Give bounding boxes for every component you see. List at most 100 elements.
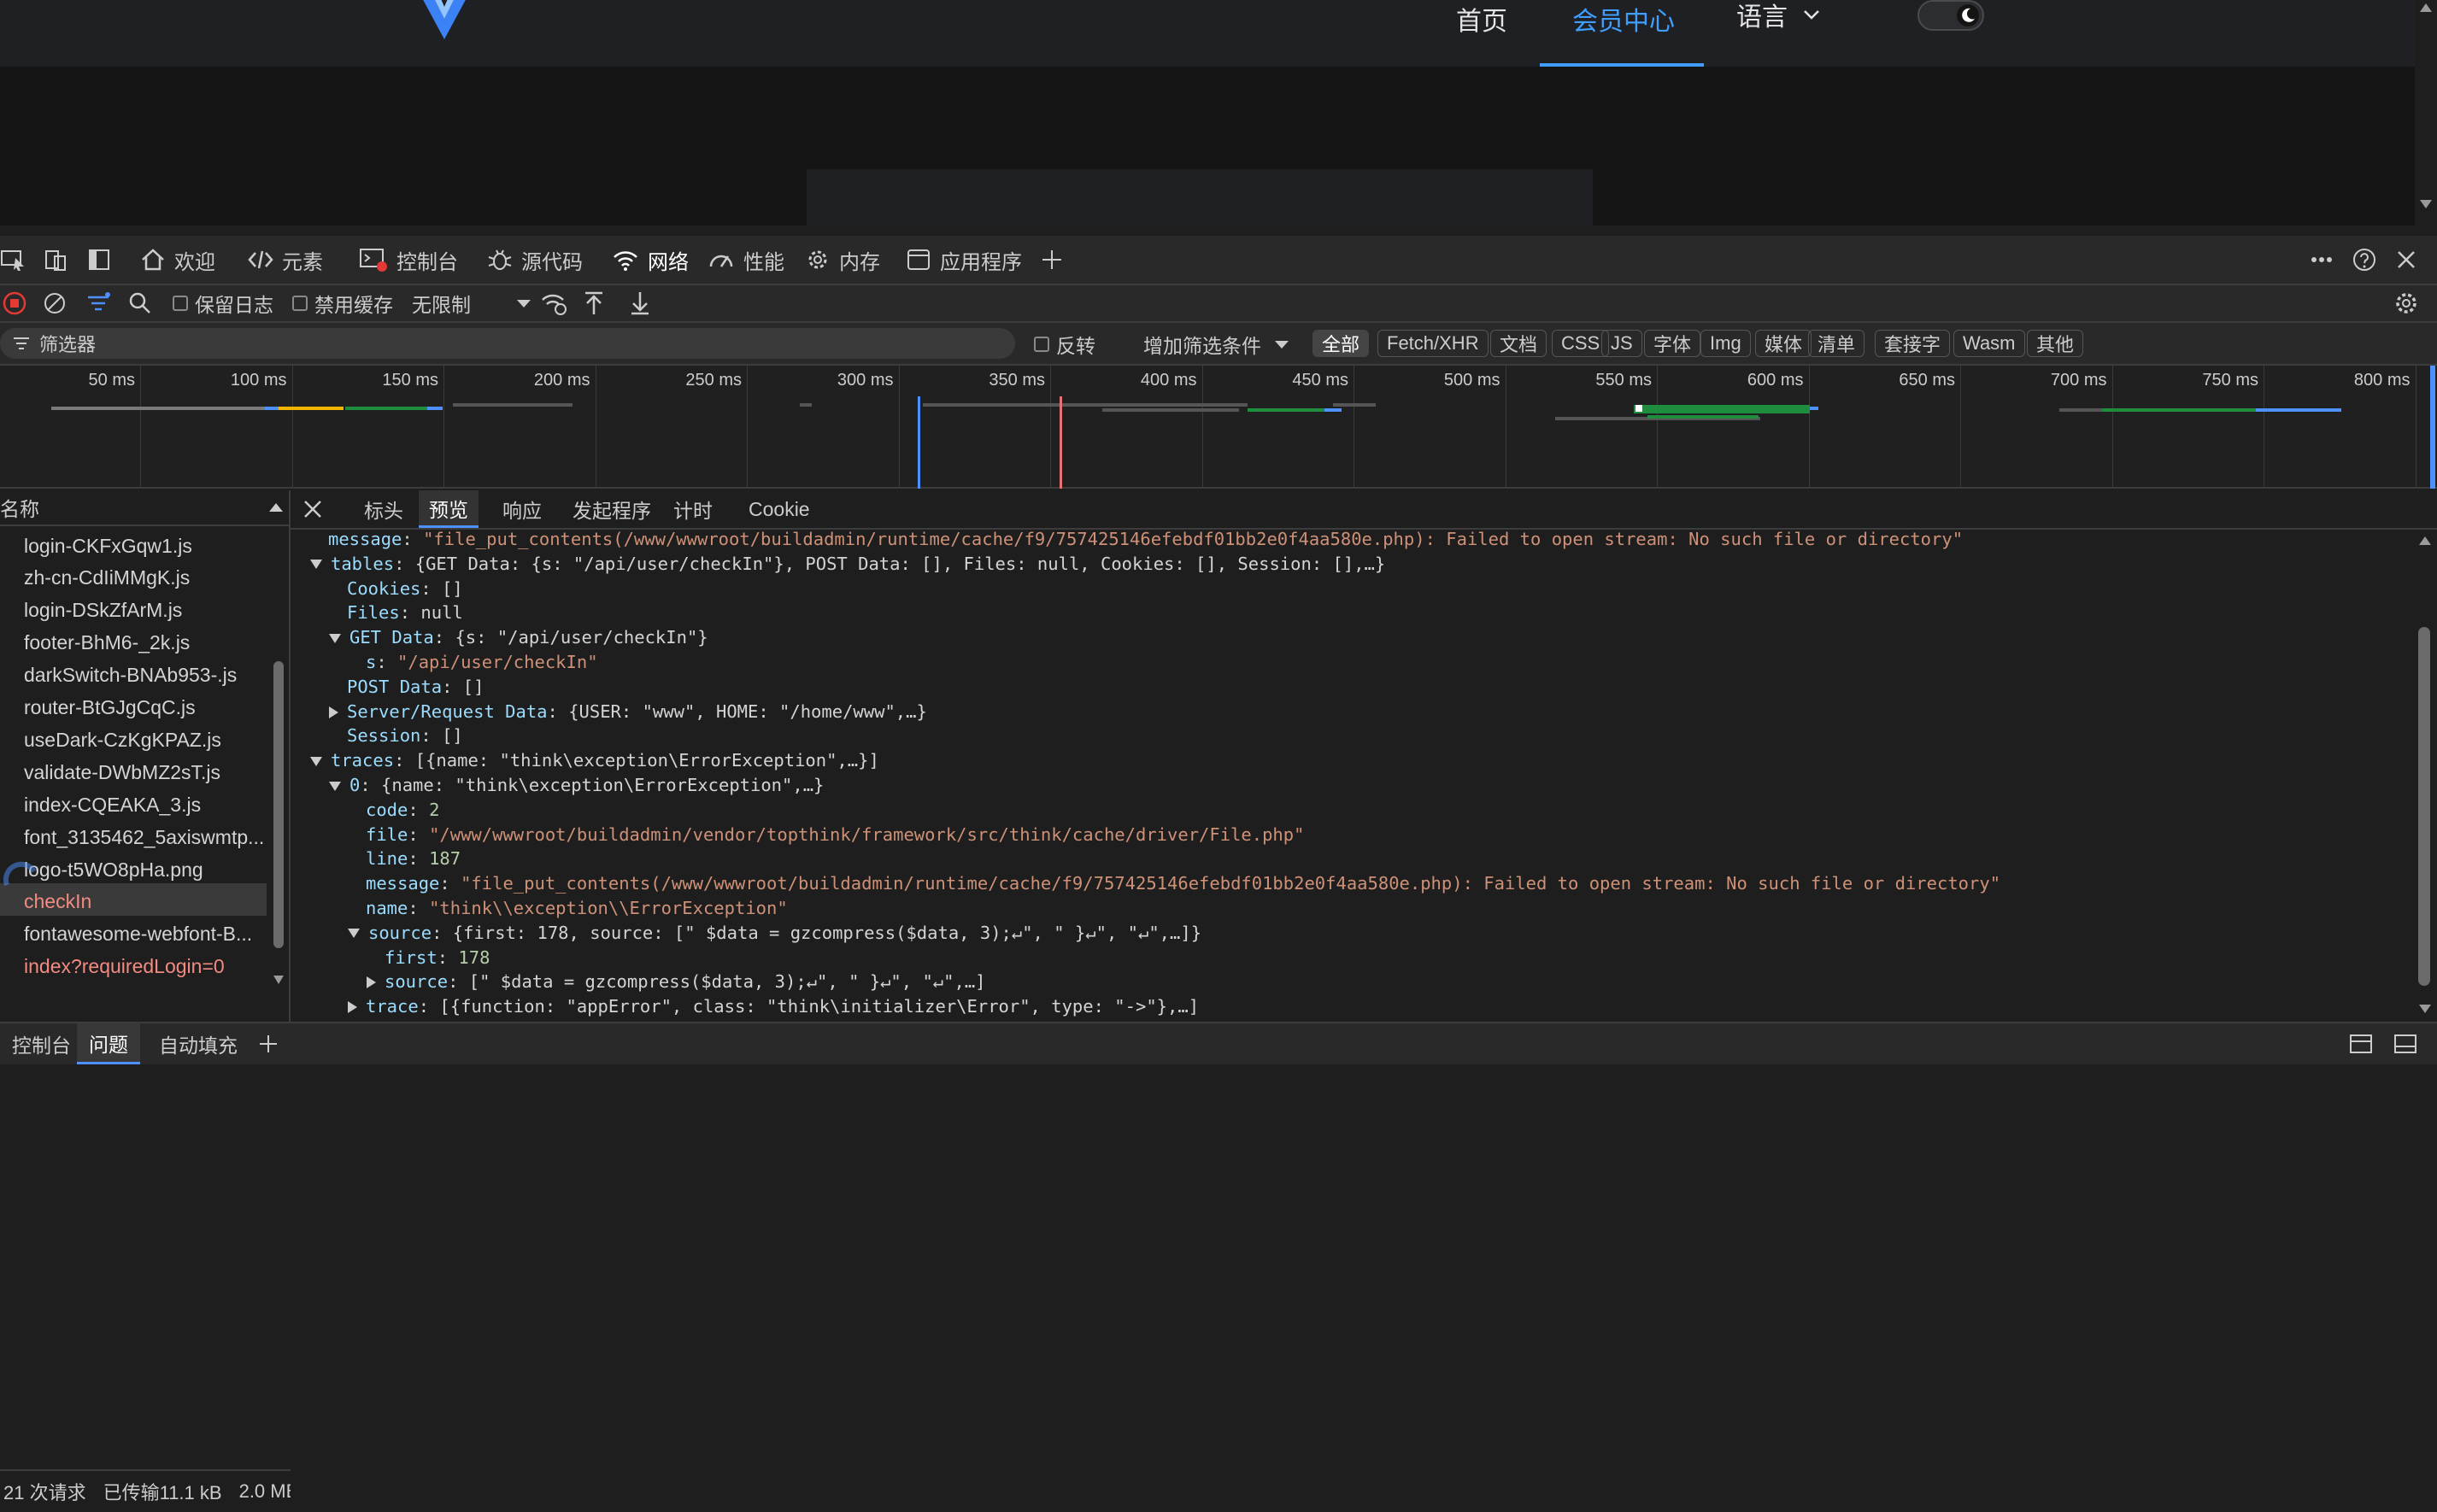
filter-type-8[interactable]: 清单 — [1808, 330, 1865, 357]
detail-tab-3[interactable]: 发起程序 — [562, 490, 661, 528]
page-scrollbar[interactable] — [2415, 0, 2437, 226]
json-line[interactable]: 0: {name: "think\exception\ErrorExceptio… — [329, 773, 824, 798]
close-detail-icon[interactable] — [296, 490, 330, 528]
disable-cache-checkbox[interactable]: 禁用缓存 — [292, 285, 393, 321]
request-row[interactable]: index-CQEAKA_3.js — [24, 788, 267, 821]
invert-label: 反转 — [1056, 335, 1095, 357]
add-drawer-tab-icon[interactable] — [253, 1023, 284, 1064]
throttling-select[interactable]: 无限制 — [412, 285, 540, 321]
tab-network[interactable]: 网络 — [612, 236, 689, 284]
request-row[interactable]: zh-cn-CdIiMMgK.js — [24, 562, 267, 595]
network-settings-gear-icon[interactable] — [2393, 285, 2420, 321]
filter-type-6[interactable]: Img — [1700, 330, 1751, 357]
detail-tab-1[interactable]: 预览 — [419, 490, 479, 528]
filter-type-11[interactable]: 其他 — [2027, 330, 2084, 357]
tab-application-label: 应用程序 — [940, 250, 1022, 274]
filter-type-0[interactable]: 全部 — [1312, 330, 1370, 357]
add-tab-icon[interactable] — [1041, 236, 1063, 284]
expanded-triangle-icon[interactable] — [329, 633, 341, 643]
filter-type-9[interactable]: 套接字 — [1875, 330, 1951, 357]
filter-type-10[interactable]: Wasm — [1953, 330, 2025, 357]
device-emulation-icon[interactable] — [43, 236, 70, 284]
filter-type-1[interactable]: Fetch/XHR — [1377, 330, 1489, 357]
export-har-icon[interactable] — [629, 285, 651, 321]
clear-icon[interactable] — [43, 285, 67, 321]
nav-member-center[interactable]: 会员中心 — [1572, 0, 1675, 36]
search-icon[interactable] — [128, 285, 152, 321]
close-drawer-icon[interactable] — [2393, 1023, 2418, 1064]
detail-tab-5[interactable]: Cookie — [738, 490, 820, 528]
request-row[interactable]: footer-BhM6-_2k.js — [24, 627, 267, 659]
dark-mode-toggle[interactable] — [1917, 0, 1984, 31]
dock-side-icon[interactable] — [87, 236, 111, 284]
tab-application[interactable]: 应用程序 — [906, 236, 1022, 284]
record-stop-icon[interactable] — [2, 285, 27, 321]
json-line[interactable]: source: [" $data = gzcompress($data, 3);… — [367, 970, 986, 994]
request-row[interactable]: index?requiredLogin=0 — [24, 951, 267, 983]
tab-sources[interactable]: 源代码 — [487, 236, 583, 284]
drawer-tab-0[interactable]: 控制台 — [0, 1023, 83, 1064]
close-devtools-icon[interactable] — [2396, 236, 2416, 284]
json-line[interactable]: tables: {GET Data: {s: "/api/user/checkI… — [310, 552, 1385, 577]
detail-tab-0[interactable]: 标头 — [354, 490, 414, 528]
request-list-scroll-thumb[interactable] — [273, 661, 284, 948]
detail-scroll-thumb[interactable] — [2418, 627, 2430, 986]
json-line[interactable]: GET Data: {s: "/api/user/checkIn"} — [329, 625, 708, 650]
request-row[interactable]: useDark-CzKgKPAZ.js — [24, 724, 267, 756]
expanded-triangle-icon[interactable] — [310, 756, 322, 766]
collapsed-triangle-icon[interactable] — [329, 706, 338, 718]
collapsed-triangle-icon[interactable] — [348, 1001, 357, 1014]
site-logo-icon[interactable] — [417, 0, 472, 43]
filter-type-5[interactable]: 字体 — [1644, 330, 1701, 357]
tab-welcome[interactable]: 欢迎 — [140, 236, 215, 284]
filter-type-2[interactable]: 文档 — [1490, 330, 1547, 357]
filter-type-4[interactable]: JS — [1601, 330, 1642, 357]
request-row[interactable]: login-CKFxGqw1.js — [24, 530, 267, 562]
drawer-tab-2[interactable]: 自动填充 — [147, 1023, 250, 1064]
name-column-header[interactable]: 名称 — [0, 490, 291, 526]
filter-input[interactable]: 筛选器 — [0, 328, 1015, 359]
json-line[interactable]: Server/Request Data: {USER: "www", HOME:… — [329, 700, 927, 724]
inspect-element-icon[interactable] — [0, 236, 27, 284]
json-line[interactable]: source: {first: 178, source: [" $data = … — [348, 921, 1201, 946]
tab-console[interactable]: 控制台 — [359, 236, 458, 284]
more-options-icon[interactable] — [2311, 236, 2333, 284]
nav-home[interactable]: 首页 — [1456, 0, 1507, 36]
expanded-triangle-icon[interactable] — [329, 781, 341, 791]
filter-type-7[interactable]: 媒体 — [1755, 330, 1812, 357]
expanded-triangle-icon[interactable] — [310, 560, 322, 570]
collapsed-triangle-icon[interactable] — [367, 976, 376, 989]
import-har-icon[interactable] — [583, 285, 605, 321]
request-row[interactable]: login-DSkZfArM.js — [24, 595, 267, 627]
request-row[interactable]: font_3135462_5axiswmtp... — [24, 821, 267, 853]
overview-bar — [923, 403, 1248, 407]
drawer-tab-1[interactable]: 问题 — [77, 1023, 140, 1064]
request-row[interactable]: router-BtGJgCqC.js — [24, 692, 267, 724]
filter-icon[interactable] — [85, 285, 111, 321]
preserve-log-checkbox[interactable]: 保留日志 — [173, 285, 273, 321]
network-conditions-icon[interactable] — [540, 285, 567, 321]
tab-performance[interactable]: 性能 — [708, 236, 784, 284]
tab-memory[interactable]: 内存 — [805, 236, 880, 284]
expanded-triangle-icon[interactable] — [348, 929, 360, 939]
help-icon[interactable] — [2352, 236, 2377, 284]
nav-language-label: 语言 — [1736, 3, 1788, 32]
detail-tab-4[interactable]: 计时 — [663, 490, 723, 528]
detail-tab-2[interactable]: 响应 — [492, 490, 552, 528]
tab-elements[interactable]: 元素 — [248, 236, 323, 284]
json-line[interactable]: traces: [{name: "think\exception\ErrorEx… — [310, 748, 879, 773]
overview-bar — [265, 407, 279, 410]
request-row[interactable]: darkSwitch-BNAb953-.js — [24, 659, 267, 692]
nav-language[interactable]: 语言 — [1736, 0, 1820, 32]
request-row[interactable]: fontawesome-webfont-B... — [24, 918, 267, 951]
more-filters-dropdown[interactable]: 增加筛选条件 — [1143, 326, 1290, 362]
request-row[interactable]: checkIn — [24, 886, 267, 918]
dock-drawer-icon[interactable] — [2348, 1023, 2374, 1064]
request-row[interactable]: validate-DWbMZ2sT.js — [24, 756, 267, 788]
network-overview[interactable]: 50 ms 100 ms 150 ms 200 ms 250 ms 300 ms 350 m… — [0, 366, 2437, 489]
request-row[interactable]: logo-t5WO8pHa.png — [24, 853, 267, 886]
overview-selection-handle[interactable] — [2430, 366, 2435, 489]
overview-bar-selected — [1634, 405, 1810, 413]
invert-checkbox[interactable]: 反转 — [1034, 326, 1095, 362]
json-line[interactable]: trace: [{function: "appError", class: "t… — [348, 994, 1199, 1019]
